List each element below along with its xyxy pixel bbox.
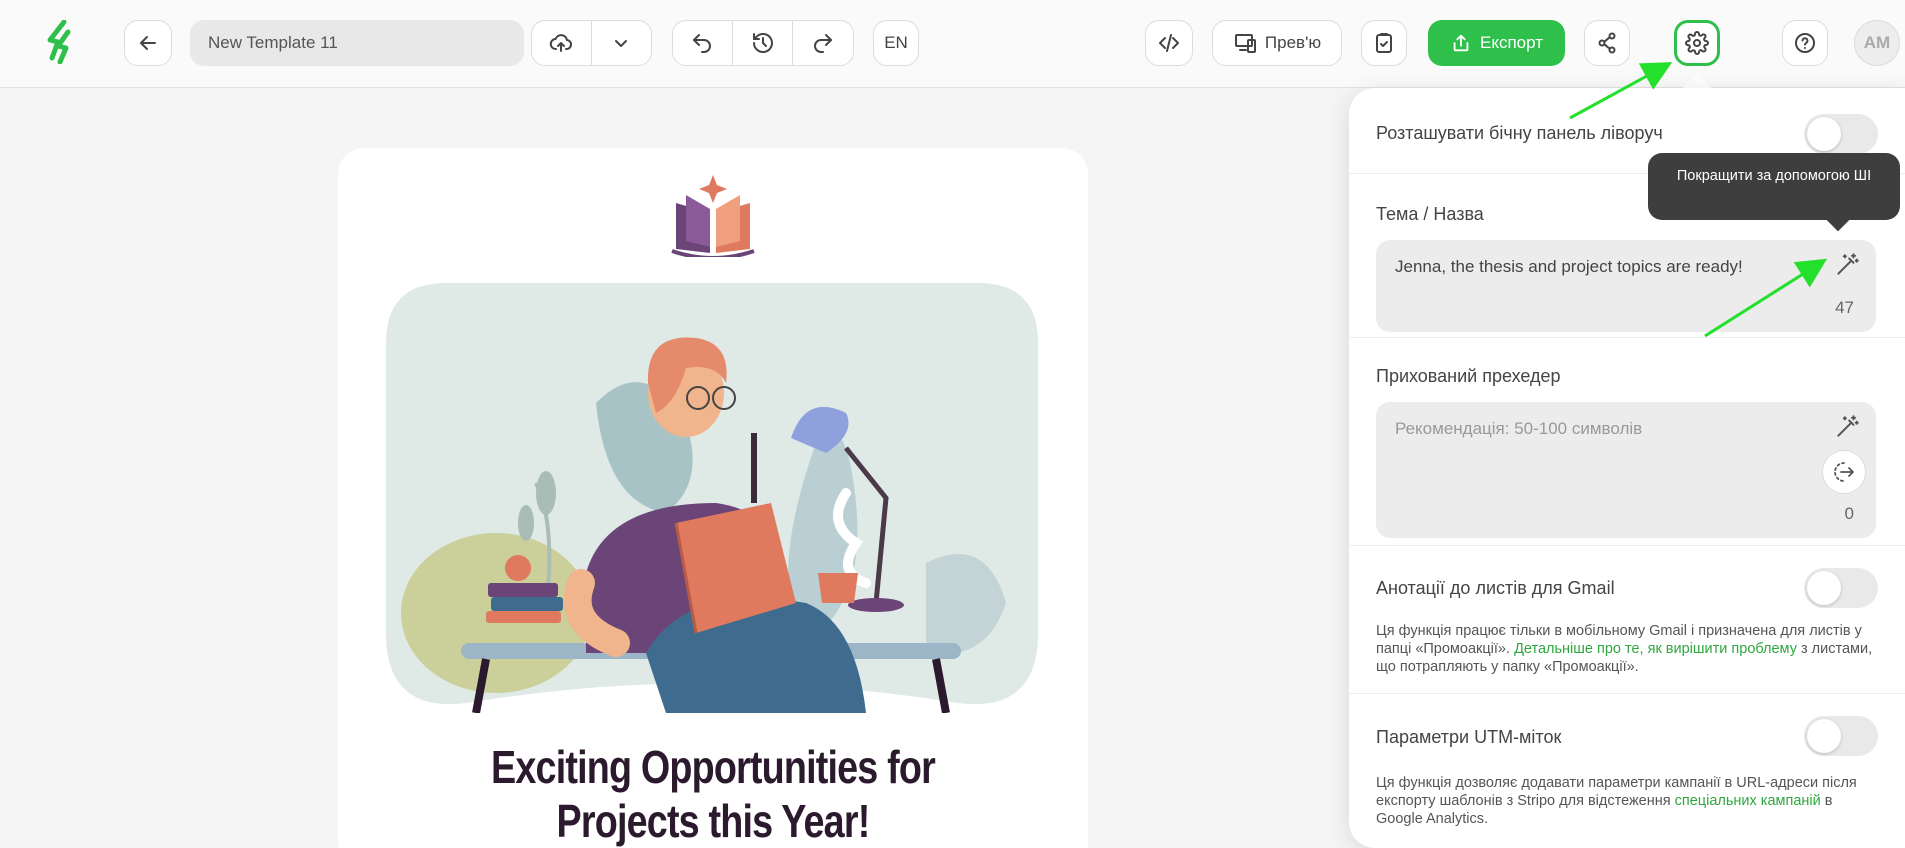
gmail-promotions-help-link[interactable]: Детальніше про те, як вирішити проблему	[1514, 641, 1797, 657]
subject-label: Тема / Назва	[1376, 204, 1484, 224]
utm-label: Параметри UTM-міток	[1376, 727, 1562, 747]
ai-improve-subject-button[interactable]	[1834, 252, 1860, 278]
email-preview[interactable]: Exciting Opportunities for Projects this…	[338, 148, 1088, 848]
help-icon	[1795, 33, 1815, 53]
version-history-button[interactable]	[733, 21, 794, 65]
email-headline-line1: Exciting Opportunities for	[491, 741, 936, 793]
settings-button[interactable]	[1674, 20, 1720, 66]
preheader-placeholder: Рекомендація: 50-100 символів	[1395, 419, 1643, 438]
test-checklist-button[interactable]	[1361, 20, 1407, 66]
sidebar-left-toggle[interactable]	[1804, 114, 1878, 154]
utm-section: Параметри UTM-міток Ця функція дозволяє …	[1349, 694, 1905, 848]
save-group	[531, 20, 652, 66]
chevron-down-icon	[615, 40, 628, 47]
gear-icon	[1685, 31, 1709, 55]
subject-value: Jenna, the thesis and project topics are…	[1395, 257, 1743, 276]
avatar-initials: AM	[1863, 33, 1891, 52]
magic-wand-icon	[1837, 253, 1859, 275]
ai-improve-preheader-button[interactable]	[1834, 414, 1860, 440]
help-button[interactable]	[1782, 20, 1828, 66]
history-icon	[752, 33, 773, 53]
preheader-char-count: 0	[1844, 504, 1854, 523]
gmail-annotations-label: Анотації до листів для Gmail	[1376, 578, 1615, 598]
preheader-label: Прихований прехедер	[1376, 366, 1561, 386]
code-editor-button[interactable]	[1145, 20, 1193, 66]
top-toolbar: EN Прев'ю Експорт AM	[0, 0, 1905, 88]
subject-input[interactable]: Jenna, the thesis and project topics are…	[1376, 240, 1876, 332]
preheader-input[interactable]: Рекомендація: 50-100 символів 0	[1376, 402, 1876, 538]
back-arrow-icon	[140, 36, 156, 50]
email-headline: Exciting Opportunities for Projects this…	[406, 740, 1021, 848]
subject-char-count: 47	[1835, 298, 1854, 317]
preheader-section: Прихований прехедер Рекомендація: 50-100…	[1349, 338, 1905, 546]
export-icon	[1453, 34, 1469, 52]
insert-text-icon	[1834, 462, 1854, 482]
clipboard-check-icon	[1376, 33, 1392, 53]
utm-toggle[interactable]	[1804, 716, 1878, 756]
export-button[interactable]: Експорт	[1428, 20, 1565, 66]
share-button[interactable]	[1584, 20, 1630, 66]
email-headline-line2: Projects this Year!	[556, 795, 871, 847]
undo-button[interactable]	[673, 21, 733, 65]
utm-description: Ця функція дозволяє додавати параметри к…	[1376, 774, 1876, 828]
back-button[interactable]	[124, 20, 172, 66]
language-button[interactable]: EN	[873, 20, 919, 66]
save-options-dropdown[interactable]	[592, 21, 652, 65]
gmail-annotations-toggle[interactable]	[1804, 568, 1878, 608]
export-label: Експорт	[1480, 33, 1543, 52]
undo-icon	[693, 34, 712, 53]
template-name-input[interactable]	[190, 20, 524, 66]
stripo-logo-icon[interactable]	[44, 20, 76, 64]
insert-preheader-text-button[interactable]	[1822, 450, 1866, 494]
user-avatar[interactable]: AM	[1854, 20, 1900, 66]
cloud-upload-icon	[550, 34, 573, 52]
share-icon	[1598, 32, 1616, 54]
language-label: EN	[884, 33, 908, 52]
history-group	[672, 20, 854, 66]
save-button[interactable]	[532, 21, 592, 65]
devices-icon	[1234, 34, 1256, 53]
magic-wand-icon	[1837, 415, 1859, 437]
utm-campaigns-link[interactable]: спеціальних кампаній	[1675, 793, 1821, 809]
hero-illustration	[386, 283, 1038, 713]
ai-improve-tooltip: Покращити за допомогою ШІ	[1648, 153, 1900, 220]
redo-button[interactable]	[793, 21, 853, 65]
preview-label: Прев'ю	[1264, 33, 1322, 52]
book-logo-icon	[671, 175, 755, 257]
code-icon	[1159, 34, 1179, 52]
redo-icon	[814, 34, 833, 53]
gmail-annotations-section: Анотації до листів для Gmail Ця функція …	[1349, 546, 1905, 694]
preview-button[interactable]: Прев'ю	[1212, 20, 1342, 66]
gmail-annotations-description: Ця функція працює тільки в мобільному Gm…	[1376, 622, 1876, 676]
sidebar-left-label: Розташувати бічну панель ліворуч	[1376, 123, 1663, 143]
